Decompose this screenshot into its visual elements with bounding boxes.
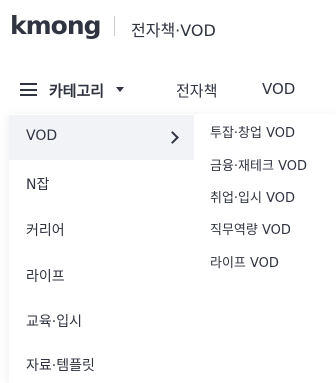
- category-item-label: N잡: [26, 177, 50, 193]
- category-item-njob[interactable]: N잡: [9, 161, 194, 206]
- subcategory-item[interactable]: 금융·재테크 VOD: [210, 155, 307, 174]
- category-item-label: VOD: [26, 128, 58, 144]
- subcategory-item[interactable]: 라이프 VOD: [210, 252, 279, 271]
- category-item-templates[interactable]: 자료·템플릿: [9, 342, 194, 383]
- category-item-label: 교육·입시: [26, 314, 82, 330]
- header-divider: [114, 16, 115, 36]
- subcategory-item[interactable]: 직무역량 VOD: [210, 219, 291, 238]
- subcategory-list: 투잡·창업 VOD 금융·재테크 VOD 취업·입시 VOD 직무역량 VOD …: [194, 114, 336, 383]
- category-item-label: 라이프: [26, 269, 65, 285]
- chevron-right-icon: [166, 131, 179, 144]
- category-item-vod[interactable]: VOD: [9, 115, 194, 160]
- category-item-label: 자료·템플릿: [26, 358, 95, 374]
- kmong-logo[interactable]: kmong: [10, 11, 102, 40]
- category-dropdown: VOD N잡 커리어 라이프 교육·입시 자료·템플릿 투잡·창업 VOD 금융…: [9, 114, 336, 383]
- category-item-education[interactable]: 교육·입시: [9, 298, 194, 343]
- category-item-label: 커리어: [26, 223, 65, 239]
- tab-ebook[interactable]: 전자책: [176, 80, 217, 101]
- category-menu-button[interactable]: 카테고리: [49, 80, 104, 101]
- hamburger-icon[interactable]: [20, 83, 37, 96]
- site-header: kmong 전자책·VOD: [0, 0, 336, 54]
- category-nav: 카테고리 전자책 VOD: [0, 70, 336, 110]
- service-title[interactable]: 전자책·VOD: [131, 17, 216, 41]
- subcategory-item[interactable]: 투잡·창업 VOD: [210, 122, 295, 141]
- subcategory-item[interactable]: 취업·입시 VOD: [210, 187, 295, 206]
- caret-down-icon[interactable]: [116, 87, 124, 92]
- category-item-life[interactable]: 라이프: [9, 253, 194, 298]
- category-item-career[interactable]: 커리어: [9, 207, 194, 252]
- category-list: VOD N잡 커리어 라이프 교육·입시 자료·템플릿: [9, 114, 194, 383]
- tab-vod[interactable]: VOD: [262, 80, 295, 98]
